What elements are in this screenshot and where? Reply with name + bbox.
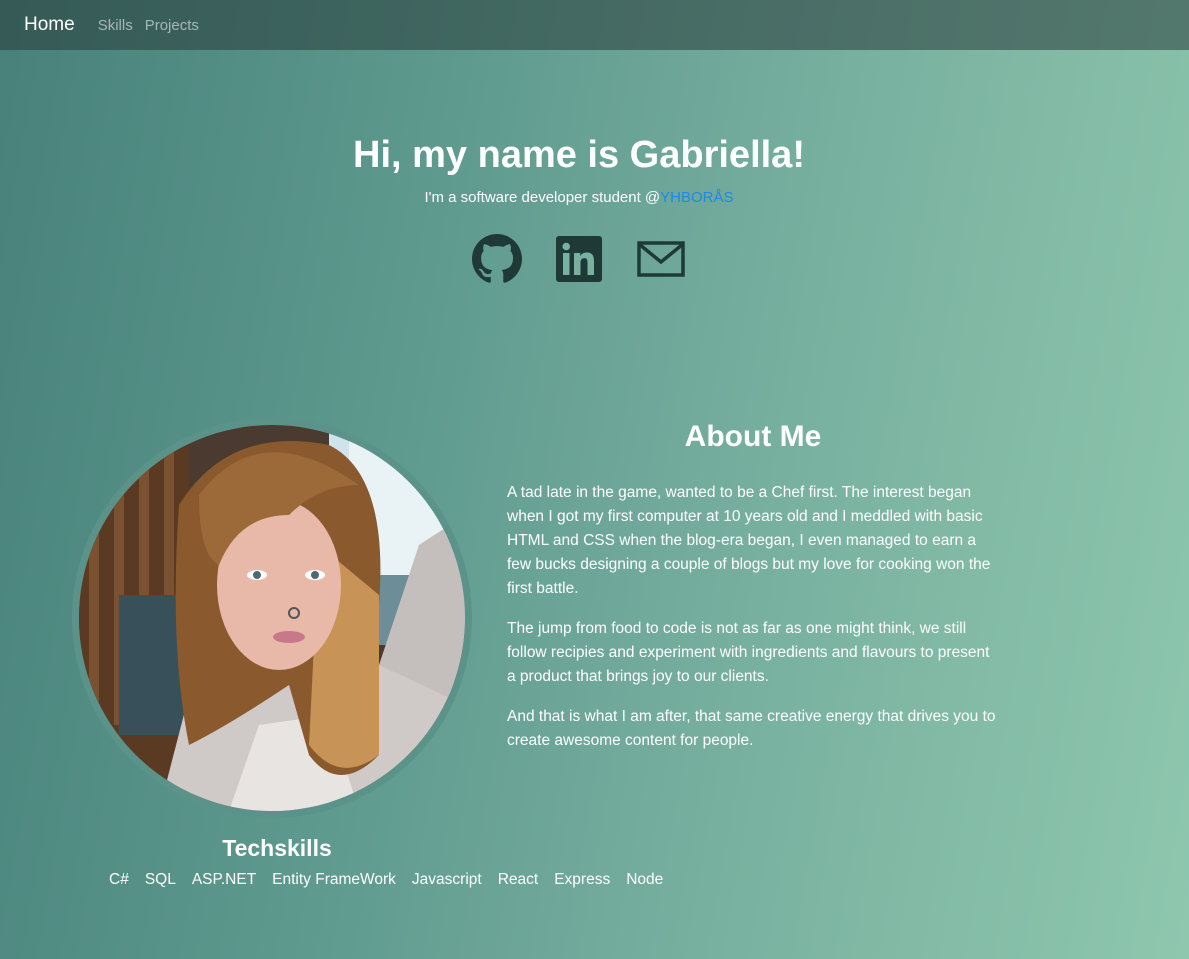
skill-item: SQL — [144, 871, 176, 888]
skills-title: Techskills — [222, 835, 332, 861]
skill-item: ASP.NET — [191, 871, 257, 888]
avatar — [79, 425, 465, 811]
linkedin-link[interactable] — [554, 234, 604, 284]
hero-subtitle: I'm a software developer student @YHBORÅ… — [0, 189, 1158, 206]
nav-home-link[interactable]: Home — [24, 14, 75, 36]
hero-subtitle-text: I'm a software developer student @ — [424, 189, 661, 206]
about-paragraph: And that is what I am after, that same c… — [507, 708, 996, 749]
skill-item: Javascript — [411, 871, 482, 888]
mail-icon — [637, 241, 685, 277]
nav-projects-link[interactable]: Projects — [145, 17, 199, 34]
about-paragraph: The jump from food to code is not as far… — [507, 620, 990, 685]
about-paragraph: A tad late in the game, wanted to be a C… — [507, 484, 991, 597]
skill-item: React — [497, 871, 539, 888]
github-icon — [472, 234, 522, 283]
skill-item: Node — [626, 871, 664, 888]
skills-list: C# SQL ASP.NET Entity FrameWork Javascri… — [109, 871, 679, 889]
skill-item: Entity FrameWork — [272, 871, 396, 888]
about-title: About Me — [684, 420, 822, 453]
navbar: Home Skills Projects — [0, 0, 1189, 50]
nav-skills-link[interactable]: Skills — [98, 17, 133, 34]
school-link[interactable]: YHBORÅS — [660, 189, 733, 206]
skill-item: Express — [554, 871, 611, 888]
github-link[interactable] — [472, 234, 522, 284]
linkedin-icon — [556, 236, 602, 282]
skill-item: C# — [109, 871, 129, 888]
mail-link[interactable] — [636, 234, 686, 284]
hero-title: Hi, my name is Gabriella! — [353, 134, 805, 176]
